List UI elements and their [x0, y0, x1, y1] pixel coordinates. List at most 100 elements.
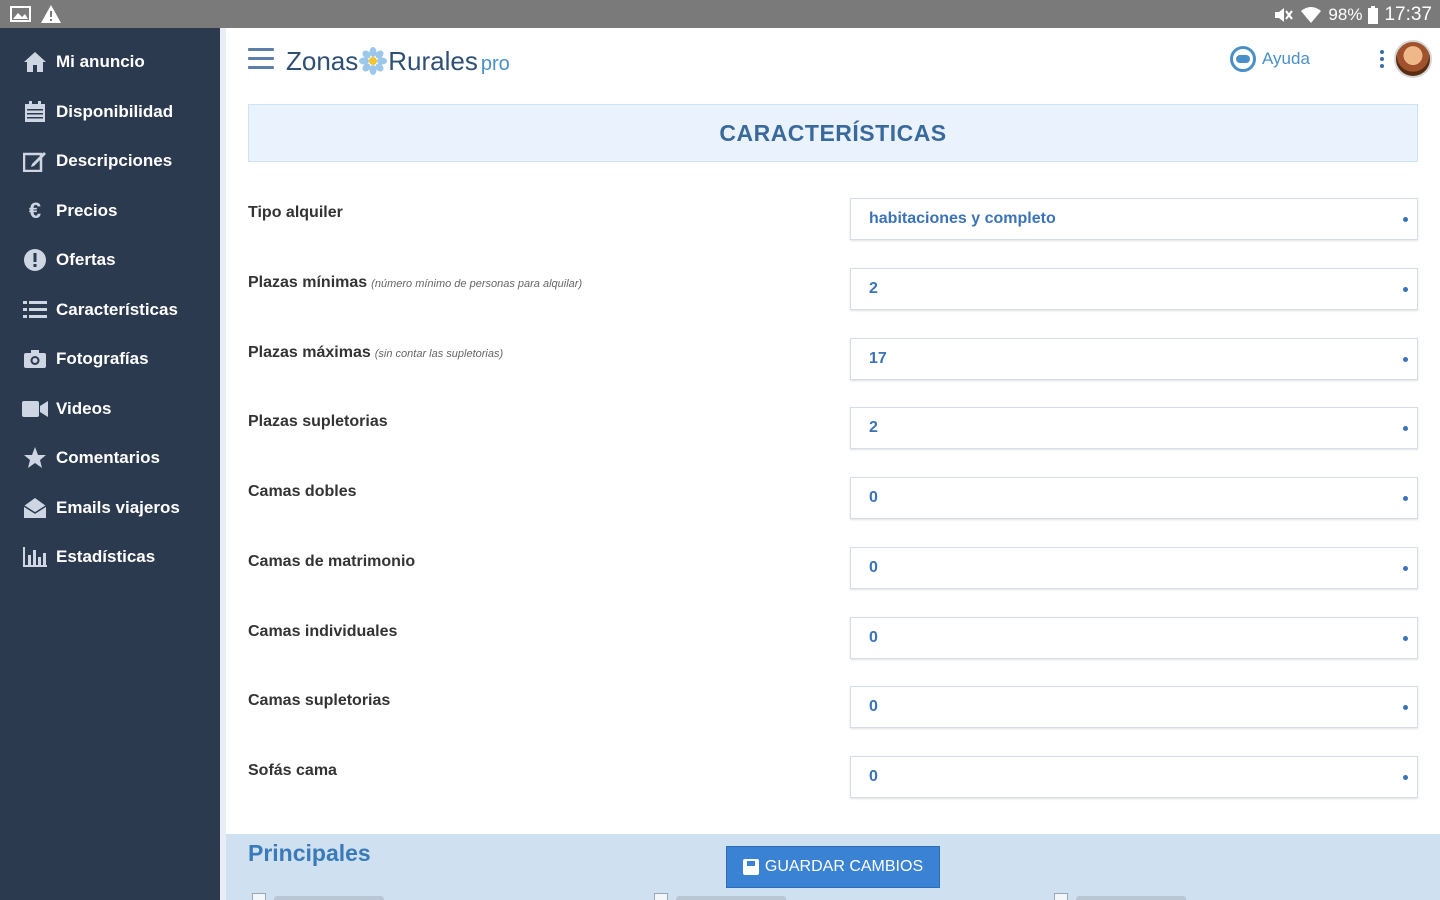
dropdown-caret-icon — [1403, 426, 1408, 431]
sidebar-item-emails-viajeros[interactable]: Emails viajeros — [0, 488, 220, 528]
checkbox-peek[interactable] — [654, 893, 786, 900]
field-label: Plazas máximas (sin contar las supletoria… — [248, 344, 504, 361]
camas-individuales-select[interactable]: 0 — [850, 617, 1418, 659]
flower-icon — [359, 47, 388, 75]
list-icon — [22, 297, 48, 323]
camera-icon — [22, 346, 48, 372]
sidebar-item-label: Emails viajeros — [56, 498, 180, 517]
more-options-icon[interactable] — [1380, 50, 1386, 70]
field-plazas-maximas: Plazas máximas (sin contar las supletoria… — [248, 338, 1418, 380]
avatar[interactable] — [1394, 40, 1432, 78]
field-label: Plazas supletorias — [248, 413, 388, 430]
star-icon — [22, 445, 48, 471]
field-label: Plazas mínimas (número mínimo de personas… — [248, 274, 583, 291]
sidebar-item-label: Mi anuncio — [56, 52, 145, 71]
envelope-open-icon — [22, 495, 48, 521]
logo-text-zonas: Zonas — [286, 46, 359, 76]
sidebar-item-label: Estadísticas — [56, 547, 156, 566]
checkbox-peek[interactable] — [1054, 893, 1186, 900]
dropdown-caret-icon — [1403, 496, 1408, 501]
sidebar-item-label: Comentarios — [56, 448, 160, 467]
field-camas-individuales: Camas individuales 0 — [248, 617, 1418, 659]
field-hint: (número mínimo de personas para alquilar… — [371, 278, 583, 290]
sidebar-item-label: Características — [56, 300, 178, 319]
dropdown-caret-icon — [1403, 287, 1408, 292]
sidebar-item-label: Fotografías — [56, 349, 149, 368]
warning-icon — [41, 5, 61, 23]
field-label: Sofás cama — [248, 762, 337, 779]
calendar-icon — [22, 99, 48, 125]
bar-chart-icon — [22, 544, 48, 570]
sidebar-item-label: Descripciones — [56, 151, 173, 170]
dropdown-caret-icon — [1403, 217, 1408, 222]
sidebar-item-descripciones[interactable]: Descripciones — [0, 141, 220, 181]
status-bar: 98% 17:37 — [0, 0, 1440, 28]
camas-matrimonio-select[interactable]: 0 — [850, 547, 1418, 589]
sidebar-item-fotografias[interactable]: Fotografías — [0, 339, 220, 379]
field-label: Tipo alquiler — [248, 204, 343, 221]
help-button[interactable]: Ayuda — [1230, 46, 1310, 72]
checkbox-peek[interactable] — [252, 893, 384, 900]
plazas-supletorias-select[interactable]: 2 — [850, 407, 1418, 449]
sidebar-item-videos[interactable]: Videos — [0, 389, 220, 429]
field-camas-supletorias: Camas supletorias 0 — [248, 686, 1418, 728]
mute-icon — [1275, 8, 1294, 22]
home-icon — [22, 49, 48, 75]
sidebar-item-estadisticas[interactable]: Estadísticas — [0, 537, 220, 577]
select-value: 2 — [869, 280, 878, 297]
plazas-minimas-select[interactable]: 2 — [850, 268, 1418, 310]
save-icon — [742, 859, 759, 875]
select-value: 0 — [869, 629, 878, 646]
field-label: Camas dobles — [248, 483, 357, 500]
dropdown-caret-icon — [1403, 357, 1408, 362]
edit-icon — [22, 148, 48, 174]
sidebar-item-label: Videos — [56, 399, 112, 418]
sidebar-item-caracteristicas[interactable]: Características — [0, 290, 220, 330]
help-label: Ayuda — [1262, 49, 1310, 68]
sidebar-item-ofertas[interactable]: Ofertas — [0, 240, 220, 280]
sidebar-item-disponibilidad[interactable]: Disponibilidad — [0, 92, 220, 132]
field-plazas-minimas: Plazas mínimas (número mínimo de personas… — [248, 268, 1418, 310]
camas-dobles-select[interactable]: 0 — [850, 477, 1418, 519]
video-icon — [22, 396, 48, 422]
sidebar-item-mi-anuncio[interactable]: Mi anuncio — [0, 42, 220, 82]
save-button-label: GUARDAR CAMBIOS — [764, 858, 924, 875]
logo[interactable]: Zonas Rurales pro — [286, 42, 510, 78]
dropdown-caret-icon — [1403, 636, 1408, 641]
euro-icon: € — [28, 198, 42, 223]
field-camas-dobles: Camas dobles 0 — [248, 477, 1418, 519]
field-hint: (sin contar las supletorias) — [374, 348, 504, 360]
field-sofas-cama: Sofás cama 0 — [248, 756, 1418, 798]
page-title: CARACTERÍSTICAS — [719, 119, 947, 146]
principales-section: Principales GUARDAR CAMBIOS — [226, 834, 1440, 900]
dropdown-caret-icon — [1403, 775, 1408, 780]
field-label: Camas individuales — [248, 623, 398, 640]
sidebar-item-comentarios[interactable]: Comentarios — [0, 438, 220, 478]
select-value: 0 — [869, 698, 878, 715]
battery-percent: 98% — [1328, 5, 1363, 24]
field-camas-matrimonio: Camas de matrimonio 0 — [248, 547, 1418, 589]
sidebar-item-label: Ofertas — [56, 250, 116, 269]
sofas-cama-select[interactable]: 0 — [850, 756, 1418, 798]
select-value: 0 — [869, 559, 878, 576]
sidebar: Mi anuncio Disponibilidad Descripciones … — [0, 28, 220, 900]
help-icon — [1230, 46, 1256, 72]
save-button[interactable]: GUARDAR CAMBIOS — [726, 846, 940, 888]
alert-circle-icon — [22, 247, 48, 273]
main-content: Zonas Rurales pro Ayuda CARACTERÍSTICAS … — [220, 28, 1440, 900]
field-label: Camas de matrimonio — [248, 553, 416, 570]
camas-supletorias-select[interactable]: 0 — [850, 686, 1418, 728]
logo-text-rurales: Rurales — [388, 46, 478, 76]
select-value: 2 — [869, 419, 878, 436]
tipo-alquiler-select[interactable]: habitaciones y completo — [850, 198, 1418, 240]
logo-text-pro: pro — [480, 53, 510, 75]
plazas-maximas-select[interactable]: 17 — [850, 338, 1418, 380]
select-value: 0 — [869, 768, 878, 785]
sidebar-item-precios[interactable]: € Precios — [0, 191, 220, 231]
clock: 17:37 — [1384, 4, 1432, 25]
menu-icon[interactable] — [248, 48, 274, 70]
field-tipo-alquiler: Tipo alquiler habitaciones y completo — [248, 198, 1418, 240]
field-plazas-supletorias: Plazas supletorias 2 — [248, 407, 1418, 449]
wifi-icon — [1301, 7, 1322, 23]
image-icon — [10, 6, 31, 22]
